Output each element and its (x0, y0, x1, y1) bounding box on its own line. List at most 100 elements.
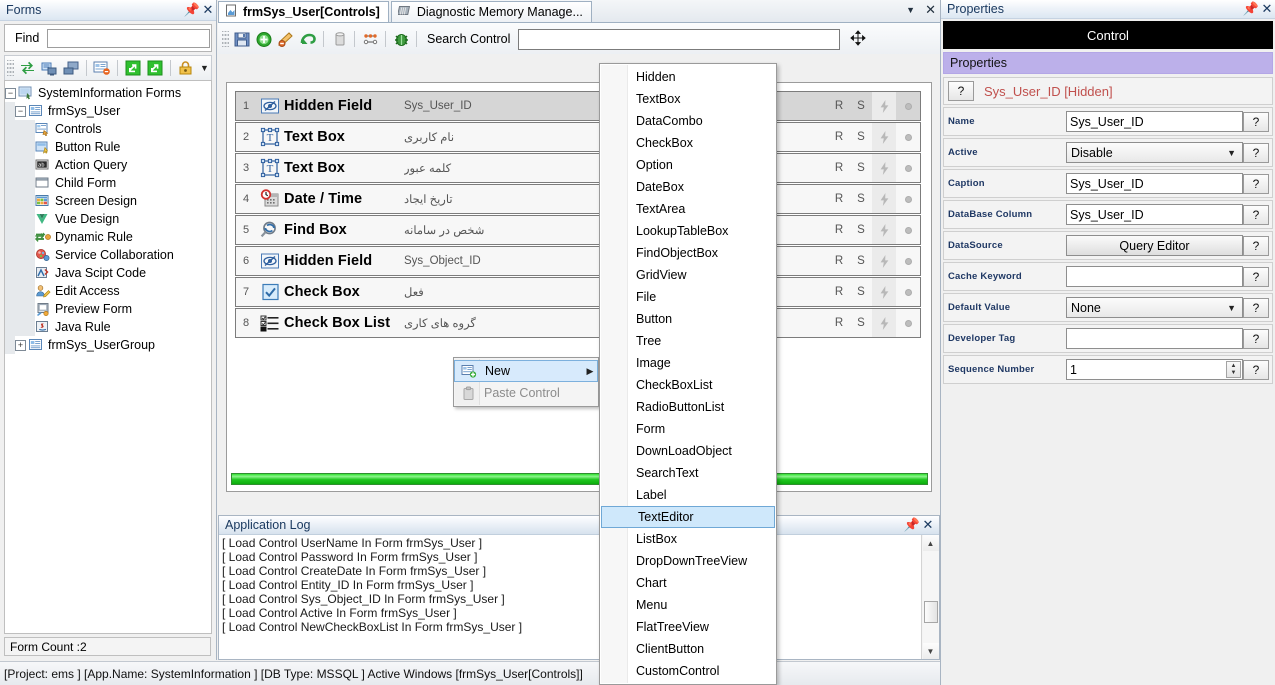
control-row-status-dot[interactable] (896, 185, 920, 213)
property-help-button[interactable]: ? (1243, 266, 1269, 287)
lightning-icon[interactable] (872, 216, 896, 244)
control-row-r-button[interactable]: R (828, 309, 850, 337)
add-icon[interactable] (253, 29, 275, 50)
submenu-item-listbox[interactable]: ListBox (600, 528, 776, 550)
export-icon[interactable] (122, 58, 144, 79)
property-spinner-sequence-number[interactable]: 1 ▲ ▼ (1066, 359, 1243, 380)
scroll-track[interactable] (922, 551, 939, 643)
tree-item-vue-design[interactable]: Vue Design (5, 210, 211, 228)
edit-icon[interactable] (275, 29, 297, 50)
submenu-item-checkbox[interactable]: CheckBox (600, 132, 776, 154)
spinner-up-icon[interactable]: ▲ (1227, 362, 1240, 370)
pin-icon[interactable]: 📌 (1243, 1, 1259, 17)
property-input-developer-tag[interactable] (1066, 328, 1243, 349)
control-row-status-dot[interactable] (896, 278, 920, 306)
control-row-r-button[interactable]: R (828, 154, 850, 182)
scroll-up-icon[interactable]: ▲ (922, 535, 939, 551)
submenu-item-datacombo[interactable]: DataCombo (600, 110, 776, 132)
application-log-scrollbar[interactable]: ▲ ▼ (921, 535, 939, 659)
submenu-item-menu[interactable]: Menu (600, 594, 776, 616)
submenu-item-button[interactable]: Button (600, 308, 776, 330)
overflow-icon[interactable]: ▼ (198, 58, 211, 79)
lightning-icon[interactable] (872, 309, 896, 337)
control-row-status-dot[interactable] (896, 309, 920, 337)
submenu-item-clientbutton[interactable]: ClientButton (600, 638, 776, 660)
lightning-icon[interactable] (872, 185, 896, 213)
spinner-down-icon[interactable]: ▼ (1227, 370, 1240, 378)
tree-item-frmsys-user[interactable]: − frmSys_User (5, 102, 211, 120)
tree-expander-plus[interactable]: + (15, 339, 26, 351)
find-input[interactable] (47, 28, 211, 48)
pin-icon[interactable]: 📌 (904, 517, 920, 533)
tree-item-service-collaboration[interactable]: Service Collaboration (5, 246, 211, 264)
tree-item-screen-design[interactable]: Screen Design (5, 192, 211, 210)
control-row-s-button[interactable]: S (850, 309, 872, 337)
tab-diagnostic-memory-manage[interactable]: Diagnostic Memory Manage... (390, 1, 592, 22)
tree-item-preview-form[interactable]: Preview Form (5, 300, 211, 318)
submenu-item-customcontrol[interactable]: CustomControl (600, 660, 776, 682)
move-icon[interactable] (850, 29, 867, 49)
submenu-item-searchtext[interactable]: SearchText (600, 462, 776, 484)
submenu-item-hidden[interactable]: Hidden (600, 66, 776, 88)
submenu-item-option[interactable]: Option (600, 154, 776, 176)
submenu-item-chart[interactable]: Chart (600, 572, 776, 594)
tree-item-child-form[interactable]: Child Form (5, 174, 211, 192)
property-input-cache-keyword[interactable] (1066, 266, 1243, 287)
property-help-button[interactable]: ? (1243, 173, 1269, 194)
tree-item-edit-access[interactable]: Edit Access (5, 282, 211, 300)
property-help-button[interactable]: ? (1243, 142, 1269, 163)
submenu-item-radiobuttonlist[interactable]: RadioButtonList (600, 396, 776, 418)
tree-item-controls[interactable]: Controls (5, 120, 211, 138)
lightning-icon[interactable] (872, 247, 896, 275)
scroll-down-icon[interactable]: ▼ (922, 643, 939, 659)
submenu-item-form[interactable]: Form (600, 418, 776, 440)
submenu-item-image[interactable]: Image (600, 352, 776, 374)
chevron-down-icon[interactable]: ▼ (906, 5, 915, 15)
control-row[interactable]: 1 Hidden Field Sys_User_ID R S (235, 91, 921, 121)
help-button[interactable]: ? (948, 81, 974, 101)
control-row-s-button[interactable]: S (850, 154, 872, 182)
property-input-database-column[interactable]: Sys_User_ID (1066, 204, 1243, 225)
submenu-item-label[interactable]: Label (600, 484, 776, 506)
control-row-status-dot[interactable] (896, 154, 920, 182)
control-row-s-button[interactable]: S (850, 92, 872, 120)
scroll-thumb[interactable] (924, 601, 938, 623)
submenu-item-datebox[interactable]: DateBox (600, 176, 776, 198)
control-row-s-button[interactable]: S (850, 216, 872, 244)
control-row-r-button[interactable]: R (828, 216, 850, 244)
bug-icon[interactable] (390, 29, 412, 50)
control-row[interactable]: 7 Check Box فعل R S (235, 277, 921, 307)
control-row-status-dot[interactable] (896, 216, 920, 244)
control-row-status-dot[interactable] (896, 247, 920, 275)
new-form-icon[interactable] (38, 58, 60, 79)
property-input-name[interactable]: Sys_User_ID (1066, 111, 1243, 132)
pin-icon[interactable]: 📌 (184, 2, 200, 18)
submenu-item-lookuptablebox[interactable]: LookupTableBox (600, 220, 776, 242)
tree-item-java-rule[interactable]: Java Rule (5, 318, 211, 336)
control-row[interactable]: 5 Find Box شخص در سامانه R S (235, 215, 921, 245)
property-help-button[interactable]: ? (1243, 235, 1269, 256)
spinner-buttons[interactable]: ▲ ▼ (1226, 361, 1241, 378)
submenu-item-tree[interactable]: Tree (600, 330, 776, 352)
submenu-item-dropdowntreeview[interactable]: DropDownTreeView (600, 550, 776, 572)
control-row-status-dot[interactable] (896, 92, 920, 120)
submenu-item-downloadobject[interactable]: DownLoadObject (600, 440, 776, 462)
property-select-active[interactable]: Disable ▼ (1066, 142, 1243, 163)
property-help-button[interactable]: ? (1243, 359, 1269, 380)
tree-expander-minus[interactable]: − (15, 105, 26, 117)
close-icon[interactable]: ✕ (920, 517, 936, 533)
lock-icon[interactable] (175, 58, 197, 79)
property-input-caption[interactable]: Sys_User_ID (1066, 173, 1243, 194)
tab-frmsys-user-controls[interactable]: frmSys_User[Controls] (218, 1, 389, 22)
control-row-s-button[interactable]: S (850, 185, 872, 213)
control-row[interactable]: 2 T Text Box نام کاربری R S (235, 122, 921, 152)
property-select-default-value[interactable]: None ▼ (1066, 297, 1243, 318)
control-row-s-button[interactable]: S (850, 247, 872, 275)
submenu-item-textbox[interactable]: TextBox (600, 88, 776, 110)
tree-item-frmsys-usergroup[interactable]: + frmSys_UserGroup (5, 336, 211, 354)
tree-item-button-rule[interactable]: Button Rule (5, 138, 211, 156)
database-icon[interactable] (328, 29, 350, 50)
tree-item-java-scipt-code[interactable]: Java Scipt Code (5, 264, 211, 282)
context-menu-item-paste-control[interactable]: Paste Control (454, 382, 598, 404)
lightning-icon[interactable] (872, 278, 896, 306)
